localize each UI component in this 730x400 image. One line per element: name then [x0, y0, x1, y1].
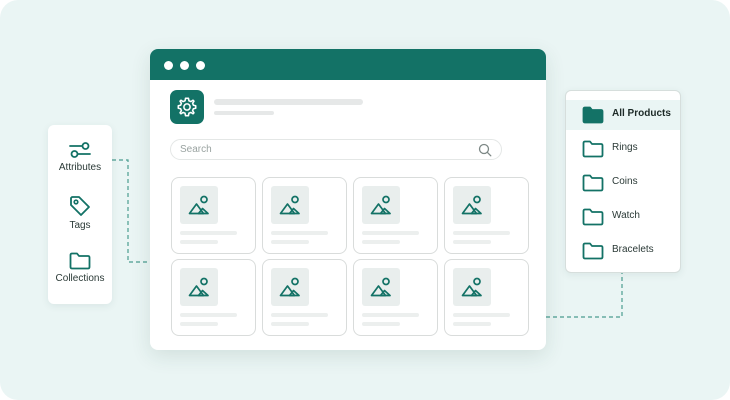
product-thumbnail — [271, 186, 309, 224]
image-icon — [188, 277, 209, 297]
subtitle-placeholder — [214, 111, 274, 115]
settings-button[interactable] — [170, 90, 204, 124]
search-icon[interactable] — [478, 143, 492, 157]
product-thumbnail — [271, 268, 309, 306]
product-card[interactable] — [353, 177, 438, 254]
product-card[interactable] — [353, 259, 438, 336]
product-price-placeholder — [271, 240, 309, 244]
product-card[interactable] — [171, 177, 256, 254]
collection-label: All Products — [612, 108, 671, 119]
folder-icon — [582, 174, 604, 192]
product-card[interactable] — [262, 259, 347, 336]
product-price-placeholder — [180, 322, 218, 326]
product-price-placeholder — [453, 240, 491, 244]
product-thumbnail — [180, 268, 218, 306]
collection-label: Coins — [612, 176, 638, 187]
folder-icon — [582, 242, 604, 260]
product-card[interactable] — [444, 177, 529, 254]
product-thumbnail — [362, 268, 400, 306]
collections-panel: All Products Rings Coins Watch Bracelets — [565, 90, 681, 273]
collection-label: Bracelets — [612, 244, 654, 255]
product-name-placeholder — [362, 231, 419, 235]
product-thumbnail — [453, 268, 491, 306]
feature-tags[interactable]: Tags — [48, 195, 112, 231]
search-bar — [170, 139, 502, 160]
collection-item[interactable]: All Products — [566, 100, 680, 130]
search-input[interactable] — [180, 142, 470, 157]
product-price-placeholder — [180, 240, 218, 244]
image-icon — [461, 195, 482, 215]
folder-icon — [582, 140, 604, 158]
tag-icon — [70, 196, 90, 216]
image-icon — [461, 277, 482, 297]
feature-label: Tags — [69, 220, 91, 231]
product-name-placeholder — [271, 231, 328, 235]
app-window — [150, 49, 546, 350]
right-connector — [546, 273, 623, 318]
image-icon — [279, 277, 300, 297]
product-thumbnail — [362, 186, 400, 224]
collection-item[interactable]: Rings — [566, 134, 680, 164]
image-icon — [188, 195, 209, 215]
window-dot[interactable] — [164, 61, 173, 70]
sliders-icon — [69, 142, 91, 158]
product-name-placeholder — [180, 231, 237, 235]
folder-filled-icon — [582, 106, 604, 124]
collection-label: Rings — [612, 142, 638, 153]
feature-label: Collections — [55, 273, 105, 284]
product-price-placeholder — [362, 240, 400, 244]
product-card[interactable] — [262, 177, 347, 254]
collection-item[interactable]: Coins — [566, 168, 680, 198]
left-connector — [112, 159, 151, 263]
illustration-background: Attributes Tags Collections Search All P… — [0, 0, 730, 400]
product-thumbnail — [453, 186, 491, 224]
feature-collections[interactable]: Collections — [48, 252, 112, 284]
product-card[interactable] — [171, 259, 256, 336]
product-name-placeholder — [271, 313, 328, 317]
folder-icon — [69, 252, 91, 270]
product-name-placeholder — [453, 313, 510, 317]
collection-item[interactable]: Watch — [566, 202, 680, 232]
product-name-placeholder — [453, 231, 510, 235]
feature-attributes[interactable]: Attributes — [48, 141, 112, 173]
collection-item[interactable]: Bracelets — [566, 236, 680, 266]
product-thumbnail — [180, 186, 218, 224]
gear-icon — [177, 97, 197, 117]
image-icon — [370, 195, 391, 215]
folder-icon — [582, 208, 604, 226]
product-price-placeholder — [453, 322, 491, 326]
collection-label: Watch — [612, 210, 640, 221]
window-dot[interactable] — [196, 61, 205, 70]
product-price-placeholder — [271, 322, 309, 326]
product-name-placeholder — [362, 313, 419, 317]
left-feature-panel: Attributes Tags Collections — [48, 125, 112, 304]
feature-label: Attributes — [58, 162, 102, 173]
product-card[interactable] — [444, 259, 529, 336]
product-name-placeholder — [180, 313, 237, 317]
image-icon — [279, 195, 300, 215]
window-titlebar — [150, 49, 546, 80]
window-dot[interactable] — [180, 61, 189, 70]
image-icon — [370, 277, 391, 297]
title-placeholder — [214, 99, 363, 105]
product-price-placeholder — [362, 322, 400, 326]
